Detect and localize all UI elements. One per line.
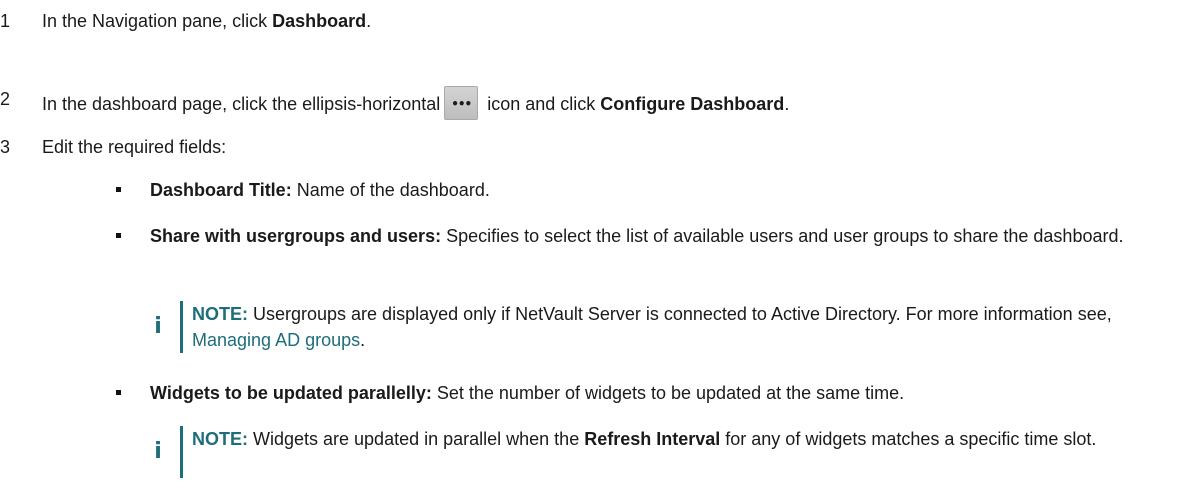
step-text: In the dashboard page, click the ellipsi…: [42, 86, 789, 120]
ellipsis-horizontal-icon: •••: [444, 86, 479, 120]
note-text: NOTE: Widgets are updated in parallel wh…: [192, 429, 1097, 449]
step-text: In the Navigation pane, click Dashboard.: [42, 11, 372, 31]
step-number: 2: [0, 89, 11, 109]
bullet-icon: [116, 223, 126, 249]
bullet-icon: [116, 380, 126, 406]
info-icon: i: [154, 314, 162, 339]
field-description: Widgets to be updated parallelly: Set th…: [150, 383, 905, 403]
note-callout: i NOTE: Widgets are updated in parallel …: [150, 426, 1160, 478]
step-number: 1: [0, 11, 11, 31]
note-callout: i NOTE: Usergroups are displayed only if…: [150, 301, 1160, 353]
field-description: Dashboard Title: Name of the dashboard.: [150, 180, 490, 200]
refresh-interval-ui-label: Refresh Interval: [584, 429, 721, 449]
step-number: 3: [0, 137, 11, 157]
note-text: NOTE: Usergroups are displayed only if N…: [192, 304, 1112, 350]
note-divider: [180, 426, 183, 478]
dashboard-ui-label: Dashboard: [272, 11, 367, 31]
info-icon: i: [154, 439, 162, 464]
configure-dashboard-ui-label: Configure Dashboard: [600, 94, 785, 114]
note-divider: [180, 301, 183, 353]
step-text: Edit the required fields:: [42, 137, 227, 157]
managing-ad-groups-link[interactable]: Managing AD groups: [192, 330, 360, 350]
bullet-icon: [116, 177, 126, 203]
field-description: Share with usergroups and users: Specifi…: [150, 226, 1124, 246]
